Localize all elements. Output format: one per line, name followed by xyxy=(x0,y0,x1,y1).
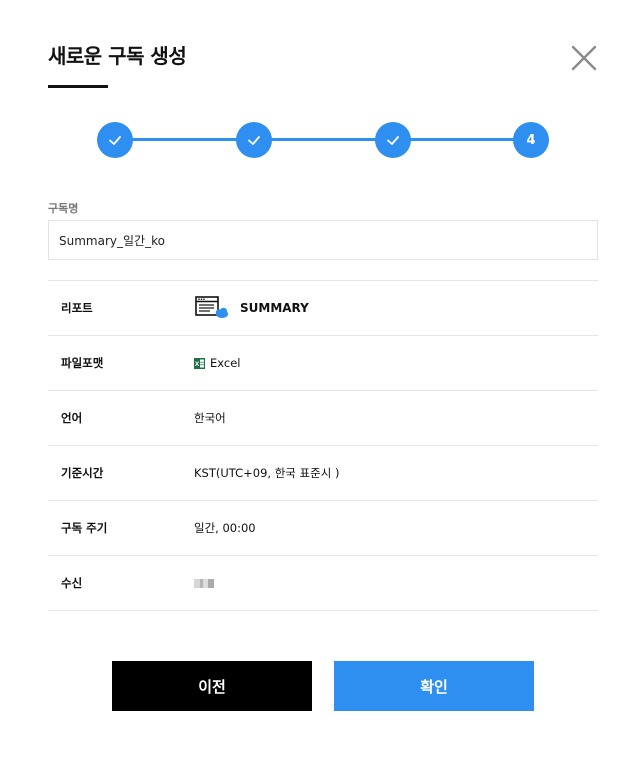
subscription-name-input[interactable] xyxy=(48,220,598,260)
close-icon[interactable] xyxy=(568,42,600,74)
svg-text:X: X xyxy=(195,361,200,368)
summary-row-cycle: 구독 주기 일간, 00:00 xyxy=(48,501,598,556)
summary-row-recipient: 수신 xyxy=(48,556,598,611)
summary-row-timezone: 기준시간 KST(UTC+09, 한국 표준시 ) xyxy=(48,446,598,501)
step-progress: 4 xyxy=(97,122,549,158)
dialog-title: 새로운 구독 생성 xyxy=(48,44,187,68)
summary-row-language: 언어 한국어 xyxy=(48,391,598,446)
step-1-complete-icon xyxy=(97,122,133,158)
report-label: 리포트 xyxy=(61,301,93,315)
report-cloud-icon xyxy=(194,294,230,323)
timezone-value: KST(UTC+09, 한국 표준시 ) xyxy=(194,466,340,480)
recipient-redacted-value xyxy=(194,578,214,588)
summary-row-format: 파일포맷 X Excel xyxy=(48,336,598,391)
step-3-complete-icon xyxy=(375,122,411,158)
language-label: 언어 xyxy=(61,411,83,425)
step-progress-line xyxy=(115,138,531,141)
step-2-complete-icon xyxy=(236,122,272,158)
format-value: Excel xyxy=(210,356,241,370)
title-underline xyxy=(48,85,108,88)
report-name: SUMMARY xyxy=(240,301,309,315)
excel-icon: X xyxy=(194,357,205,369)
cycle-label: 구독 주기 xyxy=(61,521,108,535)
format-label: 파일포맷 xyxy=(61,356,104,370)
confirm-button[interactable]: 확인 xyxy=(334,661,534,711)
prev-button[interactable]: 이전 xyxy=(112,661,312,711)
cycle-value: 일간, 00:00 xyxy=(194,521,256,535)
summary-table: 리포트 SUMMARY 파일포맷 X Excel 언어 한국어 기준시간 KST… xyxy=(48,280,598,611)
summary-row-report: 리포트 SUMMARY xyxy=(48,281,598,336)
recipient-label: 수신 xyxy=(61,576,83,590)
step-4-current: 4 xyxy=(513,122,549,158)
timezone-label: 기준시간 xyxy=(61,466,104,480)
language-value: 한국어 xyxy=(194,411,226,425)
subscription-name-label: 구독명 xyxy=(48,202,79,215)
